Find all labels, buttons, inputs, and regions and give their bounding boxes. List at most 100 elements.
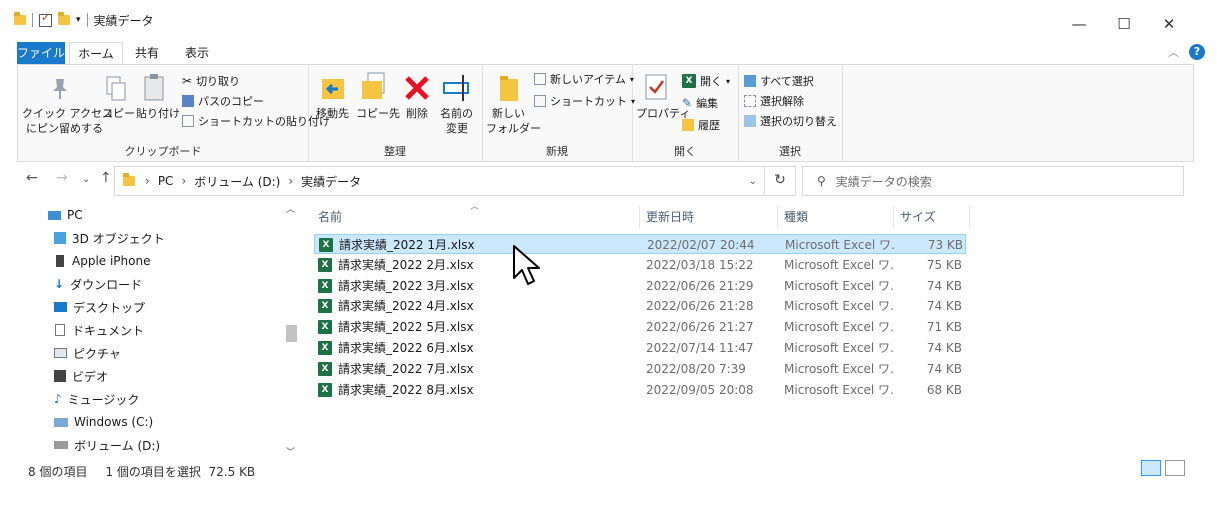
- ribbon-help-area: ︿ ?: [1168, 44, 1205, 60]
- details-view-button[interactable]: [1141, 460, 1161, 476]
- easy-access-button[interactable]: ショートカット ▾: [534, 93, 635, 109]
- copy-path-button[interactable]: パスのコピー: [182, 93, 264, 109]
- history-button[interactable]: 履歴: [682, 117, 720, 133]
- select-all-button[interactable]: すべて選択: [744, 73, 814, 89]
- file-size: 74 KB: [926, 341, 962, 355]
- file-name: 請求実績_2022 2月.xlsx: [338, 257, 474, 272]
- select-none-button[interactable]: 選択解除: [744, 93, 804, 109]
- search-icon: ⚲: [817, 174, 826, 188]
- 3d-objects-icon: [54, 232, 66, 244]
- tab-share[interactable]: 共有: [126, 42, 168, 64]
- invert-selection-button[interactable]: 選択の切り替え: [744, 113, 837, 129]
- breadcrumb-current[interactable]: 実績データ: [301, 173, 361, 190]
- breadcrumb-separator-icon: ›: [288, 174, 294, 188]
- new-item-button[interactable]: 新しいアイテム ▾: [534, 71, 634, 87]
- search-box[interactable]: ⚲ 実績データの検索: [802, 166, 1184, 196]
- navigation-pane: PC 3D オブジェクト Apple iPhone ↓ ダウンロード デスクトッ…: [0, 200, 300, 458]
- ribbon-tabs: ファイル ホーム 共有 表示: [0, 42, 1217, 66]
- file-date: 2022/09/05 20:08: [646, 382, 754, 397]
- window-title: 実績データ: [93, 13, 154, 28]
- selection-info: 1 個の項目を選択 72.5 KB: [105, 465, 256, 479]
- scroll-up-icon[interactable]: ︿: [286, 202, 295, 215]
- file-name: 請求実績_2022 7月.xlsx: [338, 361, 474, 376]
- document-icon: [55, 324, 65, 336]
- file-name-cell: X 請求実績_2022 1月.xlsx: [319, 235, 639, 255]
- nav-item-pictures[interactable]: ピクチャ: [54, 342, 121, 364]
- collapse-ribbon-icon[interactable]: ︿: [1168, 44, 1179, 60]
- file-date: 2022/06/26 21:27: [646, 320, 754, 335]
- close-button[interactable]: ✕: [1154, 14, 1184, 34]
- file-row[interactable]: X 請求実績_2022 1月.xlsx 2022/02/07 20:44 Micros…: [314, 234, 966, 254]
- file-type: Microsoft Excel ワ...: [784, 382, 894, 397]
- file-name: 請求実績_2022 4月.xlsx: [338, 299, 474, 314]
- nav-item-volume-d[interactable]: ボリューム (D:): [54, 434, 160, 456]
- paste-shortcut-icon: [182, 115, 194, 127]
- tab-view[interactable]: 表示: [176, 42, 218, 64]
- tab-file[interactable]: ファイル: [17, 42, 65, 64]
- tab-home[interactable]: ホーム: [69, 42, 123, 66]
- column-header-date[interactable]: 更新日時: [642, 206, 778, 228]
- nav-scrollbar-thumb[interactable]: [286, 325, 297, 342]
- file-row[interactable]: X 請求実績_2022 3月.xlsx 2022/06/26 21:29 Micros…: [314, 276, 966, 296]
- quick-access-toolbar: ▾ 実績データ: [14, 10, 154, 30]
- address-bar[interactable]: › PC › ボリューム (D:) › 実績データ ⌄: [114, 166, 796, 196]
- column-header-type[interactable]: 種類: [780, 206, 894, 228]
- file-row[interactable]: X 請求実績_2022 2月.xlsx 2022/03/18 15:22 Micros…: [314, 255, 966, 275]
- excel-icon: X: [682, 74, 696, 88]
- file-size: 74 KB: [926, 299, 962, 314]
- nav-item-windows-c[interactable]: Windows (C:): [54, 411, 153, 433]
- open-button[interactable]: X 開く ▾: [682, 73, 730, 89]
- file-row[interactable]: X 請求実績_2022 8月.xlsx 2022/09/05 20:08 Micros…: [314, 380, 966, 400]
- invert-selection-icon: [744, 115, 756, 127]
- nav-item-pc[interactable]: PC: [48, 204, 83, 226]
- back-icon[interactable]: ←: [26, 170, 38, 186]
- file-row[interactable]: X 請求実績_2022 6月.xlsx 2022/07/14 11:47 Micros…: [314, 338, 966, 358]
- video-icon: [54, 370, 66, 382]
- drive-c-icon: [54, 417, 68, 427]
- large-icons-view-button[interactable]: [1165, 460, 1185, 476]
- nav-item-documents[interactable]: ドキュメント: [54, 319, 144, 341]
- scroll-down-icon[interactable]: ﹀: [286, 445, 295, 458]
- breadcrumb-pc[interactable]: PC: [158, 174, 174, 188]
- nav-item-downloads[interactable]: ↓ ダウンロード: [54, 273, 142, 295]
- file-name-cell: X 請求実績_2022 8月.xlsx: [318, 380, 638, 400]
- new-folder-icon[interactable]: [58, 12, 70, 25]
- up-icon[interactable]: ↑: [100, 170, 112, 186]
- nav-item-videos[interactable]: ビデオ: [54, 365, 108, 387]
- file-name-cell: X 請求実績_2022 6月.xlsx: [318, 338, 638, 358]
- desktop-icon: [54, 302, 67, 312]
- column-header-size[interactable]: サイズ: [896, 206, 970, 228]
- folder-icon: [123, 173, 135, 186]
- edit-button[interactable]: ✎ 編集: [682, 95, 718, 111]
- maximize-button[interactable]: ☐: [1109, 14, 1139, 34]
- help-icon[interactable]: ?: [1189, 44, 1205, 60]
- file-type: Microsoft Excel ワ...: [785, 238, 895, 252]
- minimize-button[interactable]: —: [1064, 14, 1094, 34]
- cut-button[interactable]: ✂ 切り取り: [182, 73, 240, 89]
- file-name: 請求実績_2022 3月.xlsx: [338, 278, 474, 293]
- recent-locations-icon[interactable]: ⌄: [82, 174, 90, 185]
- breadcrumb-volume-d[interactable]: ボリューム (D:): [194, 173, 280, 190]
- download-icon: ↓: [54, 277, 65, 291]
- file-name-cell: X 請求実績_2022 4月.xlsx: [318, 296, 638, 316]
- file-row[interactable]: X 請求実績_2022 7月.xlsx 2022/08/20 7:39 Microso…: [314, 359, 966, 379]
- properties-icon[interactable]: [39, 11, 52, 27]
- rename-icon: [443, 75, 469, 101]
- excel-file-icon: X: [318, 361, 332, 376]
- nav-item-desktop[interactable]: デスクトップ: [54, 296, 145, 318]
- customize-qat-icon[interactable]: ▾: [76, 15, 81, 25]
- breadcrumb-separator-icon: ›: [145, 174, 150, 188]
- refresh-button[interactable]: ↻: [764, 166, 795, 194]
- column-header-name[interactable]: 名前: [314, 206, 640, 228]
- organize-group-label: 整理: [384, 145, 406, 158]
- nav-item-music[interactable]: ♪ ミュージック: [54, 388, 139, 410]
- nav-item-3d-objects[interactable]: 3D オブジェクト: [54, 227, 165, 249]
- file-date: 2022/08/20 7:39: [646, 361, 746, 376]
- address-dropdown-icon[interactable]: ⌄: [749, 176, 757, 187]
- excel-file-icon: X: [318, 257, 332, 272]
- file-row[interactable]: X 請求実績_2022 5月.xlsx 2022/06/26 21:27 Micros…: [314, 317, 966, 337]
- file-row[interactable]: X 請求実績_2022 4月.xlsx 2022/06/26 21:28 Micros…: [314, 296, 966, 316]
- nav-item-apple-iphone[interactable]: Apple iPhone: [54, 250, 150, 272]
- file-size: 73 KB: [927, 238, 963, 252]
- forward-icon[interactable]: →: [56, 170, 68, 186]
